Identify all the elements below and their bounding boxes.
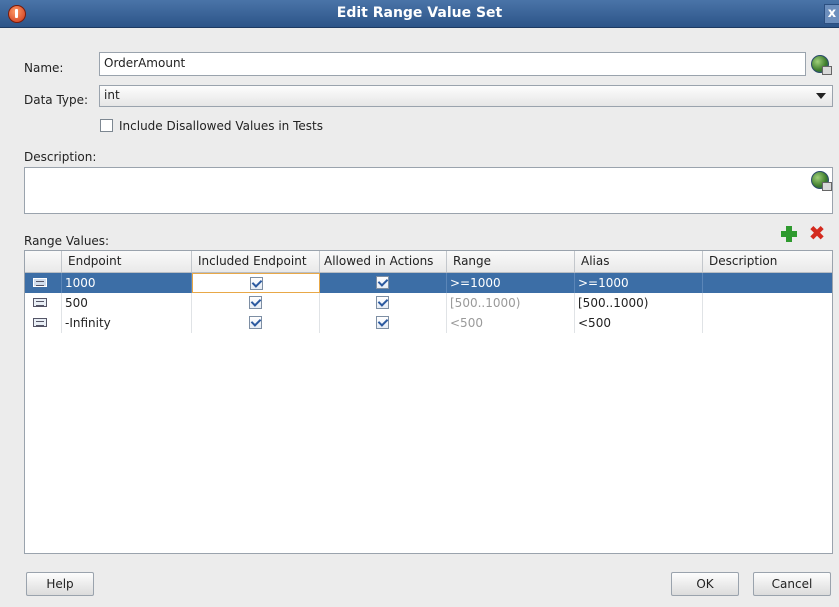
- column-header-range[interactable]: Range: [447, 251, 575, 272]
- description-cell[interactable]: [703, 273, 832, 293]
- included-endpoint-checkbox[interactable]: [250, 277, 263, 290]
- title-bar[interactable]: Edit Range Value Set x: [0, 0, 839, 28]
- row-icon-column-header: [25, 251, 62, 272]
- data-type-select[interactable]: int: [99, 85, 833, 107]
- column-header-included-endpoint[interactable]: Included Endpoint: [192, 251, 320, 272]
- chevron-down-icon: [816, 93, 826, 99]
- row-icon-cell: [25, 273, 62, 293]
- included-endpoint-cell[interactable]: [192, 313, 320, 333]
- table-row[interactable]: -Infinity <500 <500: [25, 313, 832, 333]
- range-value: <500: [450, 316, 483, 330]
- range-row-icon: [33, 278, 47, 287]
- description-cell[interactable]: [703, 293, 832, 313]
- delete-x-icon[interactable]: ✖: [808, 223, 826, 243]
- name-label: Name:: [24, 61, 64, 75]
- included-endpoint-checkbox[interactable]: [249, 316, 262, 329]
- close-button[interactable]: x: [824, 4, 839, 24]
- endpoint-cell[interactable]: 500: [62, 293, 192, 313]
- data-type-label: Data Type:: [24, 93, 89, 107]
- add-plus-icon[interactable]: [781, 226, 797, 242]
- allowed-in-actions-checkbox[interactable]: [376, 276, 389, 289]
- range-values-label: Range Values:: [24, 234, 110, 248]
- included-endpoint-cell[interactable]: [192, 273, 320, 293]
- edit-range-value-set-dialog: Edit Range Value Set x Name: OrderAmount…: [0, 0, 839, 607]
- description-field[interactable]: [24, 167, 833, 214]
- endpoint-cell[interactable]: 1000: [62, 273, 192, 293]
- range-row-icon: [33, 318, 47, 327]
- column-header-alias[interactable]: Alias: [575, 251, 703, 272]
- translate-globe-icon[interactable]: [811, 55, 832, 75]
- alias-cell[interactable]: >=1000: [575, 273, 703, 293]
- range-values-table: Endpoint Included Endpoint Allowed in Ac…: [24, 250, 833, 554]
- include-disallowed-checkbox[interactable]: [100, 119, 113, 132]
- description-label: Description:: [24, 150, 97, 164]
- window-title: Edit Range Value Set: [336, 5, 503, 21]
- allowed-in-actions-cell[interactable]: [320, 293, 447, 313]
- column-header-endpoint[interactable]: Endpoint: [62, 251, 192, 272]
- allowed-in-actions-cell[interactable]: [320, 273, 447, 293]
- ok-button[interactable]: OK: [671, 572, 739, 596]
- description-cell[interactable]: [703, 313, 832, 333]
- range-cell: <500: [447, 313, 575, 333]
- allowed-in-actions-checkbox[interactable]: [376, 316, 389, 329]
- column-header-description[interactable]: Description: [703, 251, 832, 272]
- column-header-allowed-in-actions[interactable]: Allowed in Actions: [320, 251, 447, 272]
- include-disallowed-label: Include Disallowed Values in Tests: [119, 119, 323, 133]
- range-cell: [500..1000): [447, 293, 575, 313]
- help-button[interactable]: Help: [26, 572, 94, 596]
- translate-globe-icon[interactable]: [811, 171, 832, 191]
- row-icon-cell: [25, 313, 62, 333]
- included-endpoint-checkbox[interactable]: [249, 296, 262, 309]
- range-value: [500..1000): [450, 296, 521, 310]
- table-row[interactable]: 500 [500..1000) [500..1000): [25, 293, 832, 313]
- name-field[interactable]: OrderAmount: [99, 52, 806, 76]
- range-value: >=1000: [450, 276, 501, 290]
- allowed-in-actions-checkbox[interactable]: [376, 296, 389, 309]
- range-cell: >=1000: [447, 273, 575, 293]
- allowed-in-actions-cell[interactable]: [320, 313, 447, 333]
- table-header: Endpoint Included Endpoint Allowed in Ac…: [25, 251, 832, 273]
- range-row-icon: [33, 298, 47, 307]
- cancel-button[interactable]: Cancel: [753, 572, 831, 596]
- row-icon-cell: [25, 293, 62, 313]
- alias-cell[interactable]: [500..1000): [575, 293, 703, 313]
- name-value: OrderAmount: [104, 56, 186, 70]
- table-row[interactable]: 1000 >=1000 >=1000: [25, 273, 832, 293]
- data-type-value: int: [104, 88, 120, 102]
- endpoint-cell[interactable]: -Infinity: [62, 313, 192, 333]
- alias-cell[interactable]: <500: [575, 313, 703, 333]
- included-endpoint-cell[interactable]: [192, 293, 320, 313]
